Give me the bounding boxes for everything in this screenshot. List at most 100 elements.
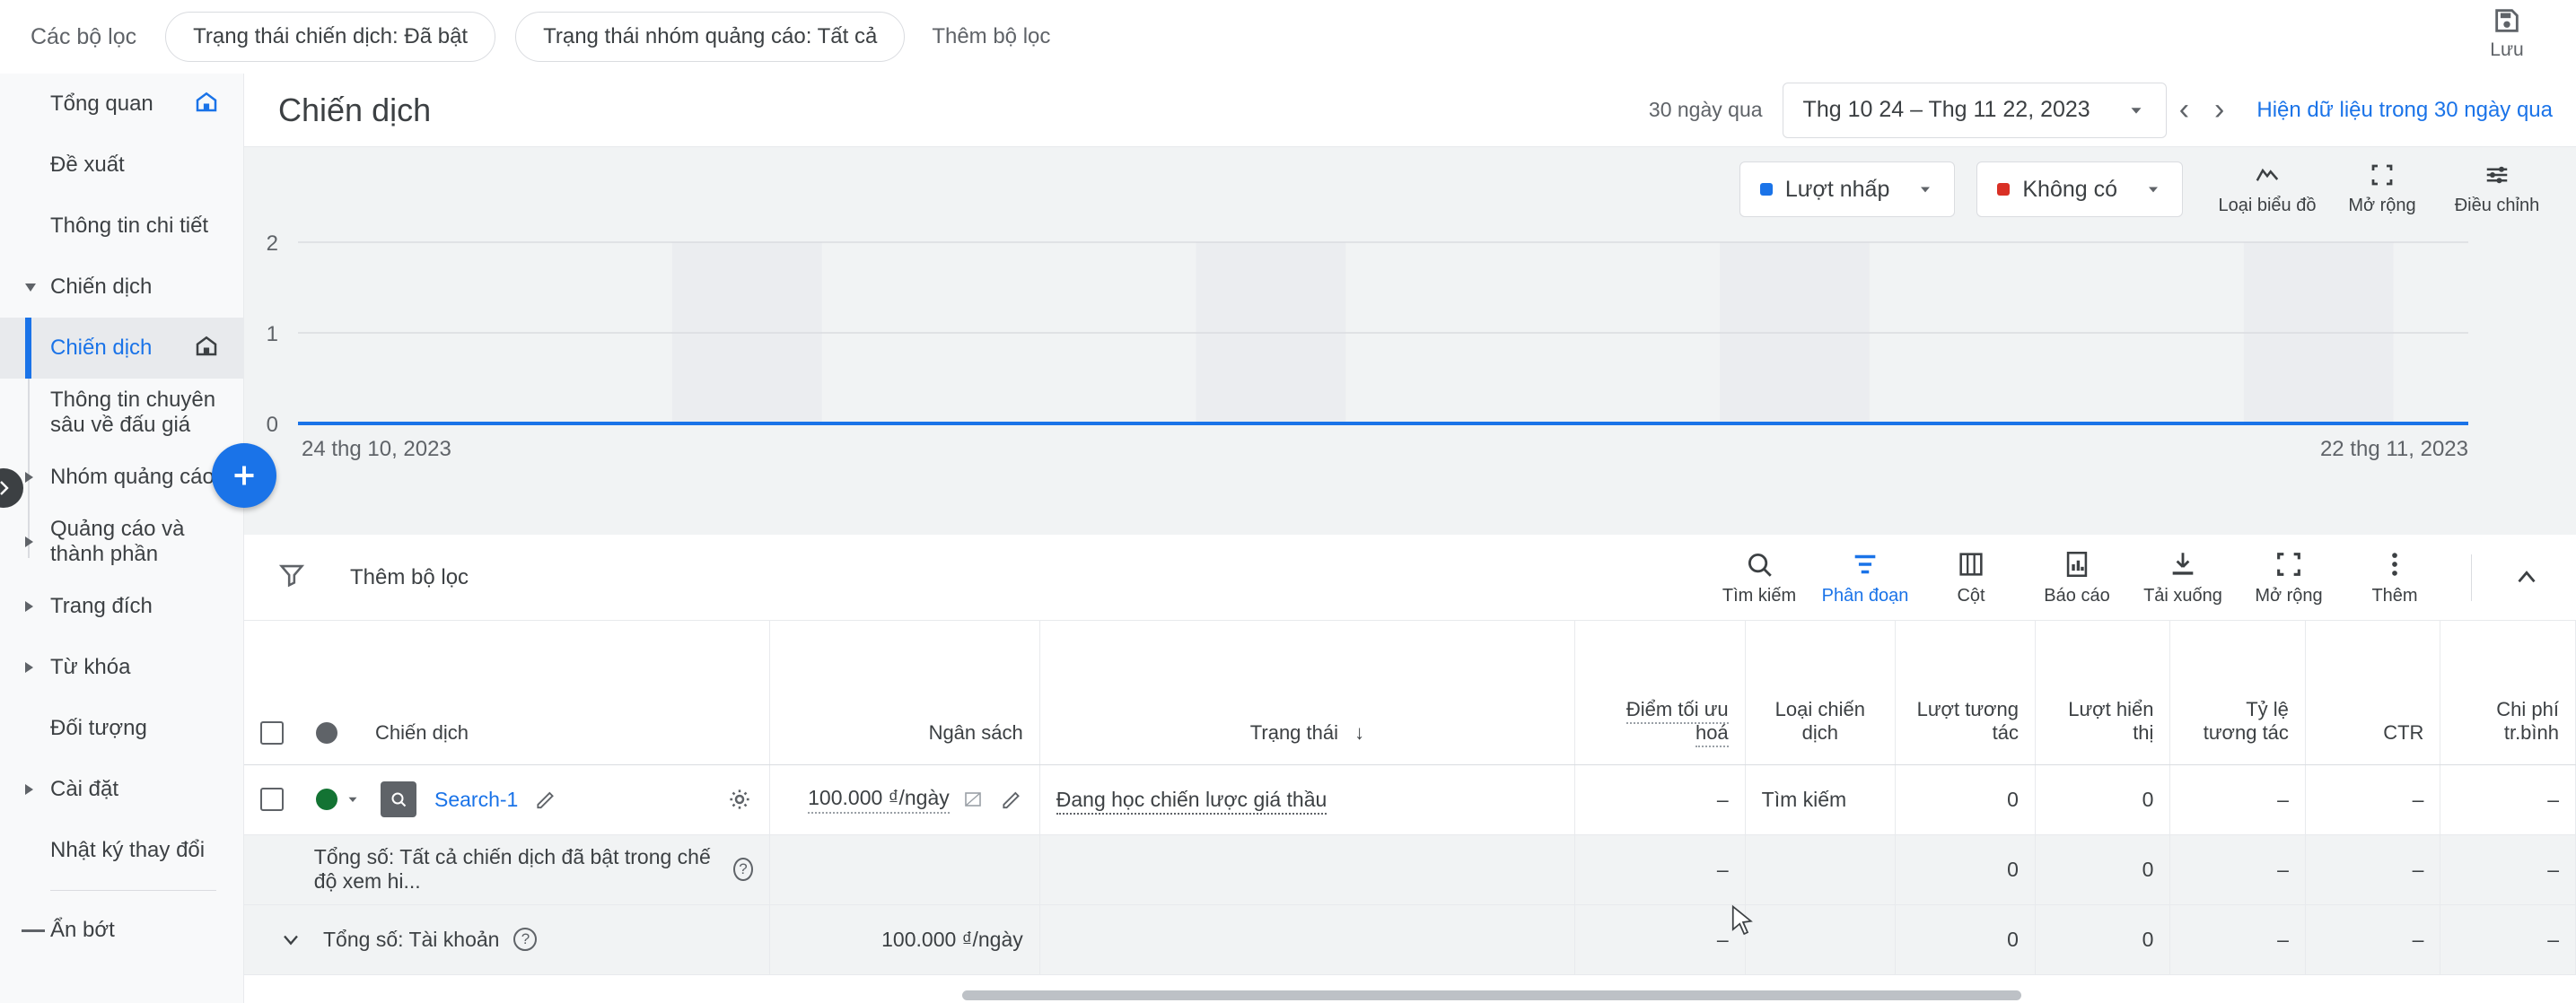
- help-icon[interactable]: ?: [513, 928, 538, 951]
- total-label: Tổng số: Tài khoản: [323, 927, 500, 951]
- sidebar-item-10[interactable]: Đối tượng: [0, 698, 243, 759]
- add-filter-button-top[interactable]: Thêm bộ lọc: [932, 24, 1050, 49]
- budget-chart-icon: [964, 792, 981, 807]
- th-optimization-score[interactable]: Điểm tối ưu hoá: [1574, 621, 1746, 765]
- svg-text:24 thg 10, 2023: 24 thg 10, 2023: [302, 437, 451, 461]
- sidebar-item-11[interactable]: Cài đặt: [0, 759, 243, 820]
- prev-period-button[interactable]: ‹: [2179, 92, 2189, 127]
- home-icon: [196, 92, 217, 111]
- table-header-row: Chiến dịch Ngân sách Trạng thái ↓ Điểm t…: [244, 621, 2576, 765]
- sidebar-item-label: Cài đặt: [50, 777, 119, 801]
- download-icon: [2172, 552, 2194, 575]
- campaign-name-link[interactable]: Search-1: [434, 788, 518, 812]
- cell-total-impressions: 0: [2035, 904, 2171, 975]
- sidebar-item-label: Đối tượng: [50, 716, 147, 740]
- sidebar-item-9[interactable]: Từ khóa: [0, 637, 243, 698]
- sidebar-item-7[interactable]: Quảng cáo và thành phần: [0, 508, 243, 576]
- sidebar-item-5[interactable]: Thông tin chuyên sâu về đấu giá: [0, 379, 243, 447]
- edit-icon[interactable]: [534, 788, 557, 811]
- th-avg-cost[interactable]: Chi phí tr.bình: [2440, 621, 2576, 765]
- filter-chip-campaign-status[interactable]: Trạng thái chiến dịch: Đã bật: [165, 12, 496, 62]
- chart-adjust-label: Điều chỉnh: [2454, 196, 2540, 215]
- th-status[interactable]: Trạng thái ↓: [1039, 621, 1576, 765]
- save-button[interactable]: Lưu: [2458, 5, 2556, 61]
- cell-total-avg-cost: –: [2440, 904, 2576, 975]
- sidebar-item-3[interactable]: Chiến dịch: [0, 257, 243, 318]
- edit-icon[interactable]: [1000, 788, 1023, 811]
- select-all-checkbox[interactable]: [260, 720, 284, 745]
- th-interactions[interactable]: Lượt tương tác: [1895, 621, 2036, 765]
- table-row[interactable]: Search-1 100.000 ₫/ngày Đang học chiến l…: [244, 764, 2576, 835]
- cell-opt-score: –: [1574, 764, 1746, 835]
- search-campaign-icon: [381, 781, 416, 817]
- filters-label: Các bộ lọc: [31, 23, 137, 49]
- status-value[interactable]: Đang học chiến lược giá thầu: [1056, 787, 1327, 815]
- plus-icon: [234, 466, 254, 485]
- sidebar-item-6[interactable]: Nhóm quảng cáo: [0, 447, 243, 508]
- metric-color-dot: [1997, 183, 2011, 196]
- metric-selector-2[interactable]: Không có: [1976, 161, 2183, 217]
- table-total-row: Tổng số: Tất cả chiến dịch đã bật trong …: [244, 834, 2576, 905]
- sidebar-collapse-button[interactable]: Ẩn bớt: [0, 900, 243, 961]
- th-interaction-rate[interactable]: Tỷ lệ tương tác: [2169, 621, 2306, 765]
- th-budget[interactable]: Ngân sách: [769, 621, 1040, 765]
- metric-2-label: Không có: [2022, 176, 2117, 202]
- filter-chip-adgroup-status[interactable]: Trạng thái nhóm quảng cáo: Tất cả: [515, 12, 906, 62]
- columns-icon: [1959, 552, 1983, 576]
- help-icon[interactable]: ?: [733, 858, 753, 881]
- th-ctr[interactable]: CTR: [2305, 621, 2441, 765]
- toolbar-tải-xuống-button[interactable]: Tải xuống: [2130, 549, 2236, 606]
- toolbar-phân-đoạn-button[interactable]: Phân đoạn: [1812, 549, 1918, 606]
- sidebar-item-2[interactable]: Thông tin chi tiết: [0, 196, 243, 257]
- horizontal-scrollbar[interactable]: [244, 987, 2576, 1003]
- toolbar-báo-cáo-button[interactable]: Báo cáo: [2024, 549, 2130, 606]
- gear-icon[interactable]: [726, 786, 753, 813]
- chart-adjust-button[interactable]: Điều chỉnh: [2445, 161, 2549, 216]
- cell-budget: 100.000 ₫/ngày: [769, 764, 1040, 835]
- chevron-down-icon: [25, 283, 36, 292]
- sidebar-item-1[interactable]: Đề xuất: [0, 135, 243, 196]
- metric-selector-1[interactable]: Lượt nhấp: [1739, 161, 1956, 217]
- cell-total-interactions: 0: [1895, 834, 2036, 905]
- date-range-value: Thg 10 24 – Thg 11 22, 2023: [1802, 97, 2090, 122]
- adjust-icon: [2486, 166, 2508, 184]
- chevron-down-icon[interactable]: [345, 791, 361, 807]
- campaign-status-dot[interactable]: [316, 789, 337, 810]
- new-campaign-button[interactable]: [212, 443, 276, 508]
- cell-total-opt-score: –: [1574, 904, 1746, 975]
- cell-campaign-type: Tìm kiếm: [1745, 764, 1896, 835]
- chart-toolbar: Lượt nhấp Không có Loại biểu đồ Mở rộng …: [1739, 161, 2549, 217]
- toolbar-cột-button[interactable]: Cột: [1918, 549, 2024, 606]
- sidebar-item-12[interactable]: Nhật ký thay đổi: [0, 820, 243, 881]
- toolbar-tìm-kiếm-button[interactable]: Tìm kiếm: [1706, 549, 1812, 606]
- th-campaign-type[interactable]: Loại chiến dịch: [1745, 621, 1896, 765]
- chevron-right-icon: [25, 472, 33, 483]
- date-range-selector[interactable]: Thg 10 24 – Thg 11 22, 2023: [1782, 82, 2167, 138]
- svg-text:1: 1: [267, 322, 278, 346]
- next-period-button[interactable]: ›: [2214, 92, 2224, 127]
- chart-expand-button[interactable]: Mở rộng: [2330, 161, 2434, 216]
- scrollbar-thumb[interactable]: [962, 990, 2021, 1000]
- toolbar-thêm-button[interactable]: Thêm: [2342, 549, 2448, 606]
- toolbar-mở-rộng-button[interactable]: Mở rộng: [2236, 549, 2342, 606]
- filter-icon[interactable]: [276, 560, 307, 595]
- add-filter-button-table[interactable]: Thêm bộ lọc: [350, 565, 469, 590]
- th-impressions[interactable]: Lượt hiển thị: [2035, 621, 2171, 765]
- collapse-chart-button[interactable]: [2495, 563, 2558, 593]
- cell-total-budget: 100.000 ₫/ngày: [769, 904, 1040, 975]
- page-title: Chiến dịch: [278, 91, 432, 128]
- sidebar-item-4[interactable]: Chiến dịch: [0, 318, 243, 379]
- status-filter-icon[interactable]: [316, 721, 337, 744]
- campaigns-table: Chiến dịch Ngân sách Trạng thái ↓ Điểm t…: [244, 621, 2576, 975]
- sidebar-item-label: Thông tin chi tiết: [50, 214, 209, 238]
- show-data-link[interactable]: Hiện dữ liệu trong 30 ngày qua: [2256, 98, 2553, 123]
- sidebar-item-8[interactable]: Trang đích: [0, 576, 243, 637]
- chart-type-button[interactable]: Loại biểu đồ: [2215, 161, 2319, 216]
- save-icon: [2495, 9, 2519, 32]
- sidebar-item-label: Từ khóa: [50, 655, 131, 679]
- sidebar-item-0[interactable]: Tổng quan: [0, 74, 243, 135]
- total-label: Tổng số: Tất cả chiến dịch đã bật trong …: [313, 845, 711, 893]
- row-checkbox[interactable]: [260, 788, 284, 811]
- chevron-down-icon[interactable]: [278, 927, 303, 952]
- budget-value[interactable]: 100.000 ₫/ngày: [808, 786, 950, 814]
